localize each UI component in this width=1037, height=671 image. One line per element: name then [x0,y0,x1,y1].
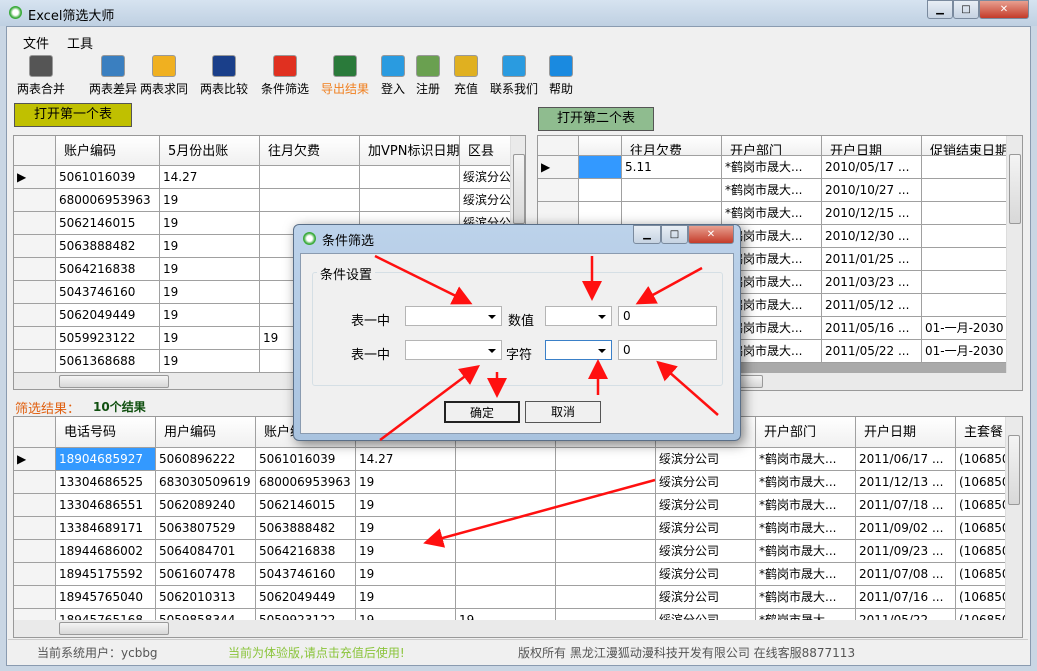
arrow-icon [423,478,656,548]
arrow-icon [656,360,719,416]
arrow-icon [379,365,480,441]
arrow-icon [635,266,703,305]
annotation-arrows [374,254,719,548]
arrow-icon [374,254,473,305]
